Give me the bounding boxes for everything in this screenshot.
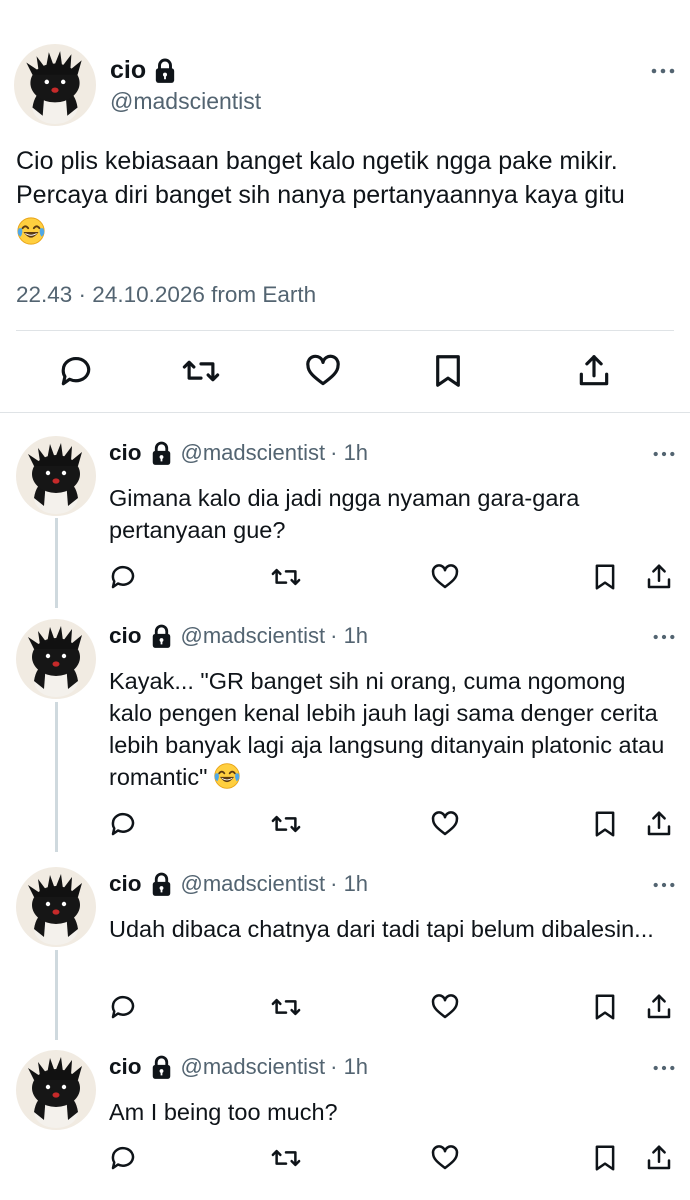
share-icon[interactable] bbox=[644, 1143, 674, 1173]
avatar[interactable] bbox=[16, 1050, 96, 1130]
bookmark-icon[interactable] bbox=[429, 352, 467, 390]
reply-text: Udah dibaca chatnya dari tadi tapi belum… bbox=[109, 916, 654, 942]
retweet-icon[interactable] bbox=[271, 562, 301, 592]
divider bbox=[0, 412, 690, 413]
reply-action-bar bbox=[0, 809, 690, 841]
retweet-icon[interactable] bbox=[182, 352, 220, 390]
author-handle[interactable]: @madscientist bbox=[181, 440, 326, 466]
author-name[interactable]: cio bbox=[109, 1054, 142, 1080]
author-name[interactable]: cio bbox=[109, 440, 142, 466]
tweet-action-bar bbox=[0, 352, 690, 396]
lock-icon bbox=[151, 872, 172, 897]
author-handle[interactable]: @madscientist bbox=[181, 871, 326, 897]
reply-action-bar bbox=[0, 562, 690, 594]
like-icon[interactable] bbox=[430, 992, 460, 1022]
retweet-icon[interactable] bbox=[271, 809, 301, 839]
reply-icon[interactable] bbox=[108, 992, 138, 1022]
author-name[interactable]: cio bbox=[110, 56, 146, 85]
more-options-icon[interactable] bbox=[652, 449, 676, 459]
reply-icon[interactable] bbox=[108, 809, 138, 839]
like-icon[interactable] bbox=[304, 352, 342, 390]
author-handle[interactable]: @madscientist bbox=[181, 1054, 326, 1080]
divider bbox=[16, 330, 674, 331]
lock-icon bbox=[154, 58, 176, 84]
share-icon[interactable] bbox=[644, 992, 674, 1022]
reply-time: · 1h bbox=[330, 871, 369, 896]
author-name-row: cio bbox=[110, 56, 176, 85]
reply-text: Gimana kalo dia jadi ngga nyaman gara-ga… bbox=[109, 485, 580, 543]
tweet-text-body: Cio plis kebiasaan banget kalo ngetik ng… bbox=[16, 147, 625, 209]
reply-icon[interactable] bbox=[57, 352, 95, 390]
reply-time: · 1h bbox=[330, 1054, 369, 1079]
tweet-text: Cio plis kebiasaan banget kalo ngetik ng… bbox=[16, 144, 676, 251]
reply-icon[interactable] bbox=[108, 1143, 138, 1173]
reply-action-bar bbox=[0, 992, 690, 1024]
retweet-icon[interactable] bbox=[271, 992, 301, 1022]
author-handle[interactable]: @madscientist bbox=[181, 623, 326, 649]
avatar[interactable] bbox=[16, 867, 96, 947]
avatar[interactable] bbox=[14, 44, 96, 126]
bookmark-icon[interactable] bbox=[590, 809, 620, 839]
more-options-icon[interactable] bbox=[652, 1063, 676, 1073]
author-name[interactable]: cio bbox=[109, 623, 142, 649]
author-name[interactable]: cio bbox=[109, 871, 142, 897]
retweet-icon[interactable] bbox=[271, 1143, 301, 1173]
reply-header: cio @madscientist · 1h bbox=[109, 623, 368, 649]
reply-time: · 1h bbox=[330, 623, 369, 648]
reply-action-bar bbox=[0, 1143, 690, 1175]
tears-of-joy-emoji-icon bbox=[213, 762, 241, 790]
share-icon[interactable] bbox=[644, 809, 674, 839]
lock-icon bbox=[151, 441, 172, 466]
like-icon[interactable] bbox=[430, 1143, 460, 1173]
bookmark-icon[interactable] bbox=[590, 562, 620, 592]
avatar[interactable] bbox=[16, 436, 96, 516]
reply-header: cio @madscientist · 1h bbox=[109, 1054, 368, 1080]
author-handle[interactable]: @madscientist bbox=[110, 88, 261, 115]
like-icon[interactable] bbox=[430, 809, 460, 839]
bookmark-icon[interactable] bbox=[590, 992, 620, 1022]
share-icon[interactable] bbox=[644, 562, 674, 592]
reply-header: cio @madscientist · 1h bbox=[109, 440, 368, 466]
like-icon[interactable] bbox=[430, 562, 460, 592]
tweet-timestamp[interactable]: 22.43 · 24.10.2026 from Earth bbox=[16, 282, 316, 308]
more-options-icon[interactable] bbox=[652, 632, 676, 642]
reply-header: cio @madscientist · 1h bbox=[109, 871, 368, 897]
more-options-icon[interactable] bbox=[650, 66, 676, 76]
reply-time: · 1h bbox=[330, 440, 369, 465]
reply-icon[interactable] bbox=[108, 562, 138, 592]
more-options-icon[interactable] bbox=[652, 880, 676, 890]
reply-text: Am I being too much? bbox=[109, 1099, 338, 1125]
bookmark-icon[interactable] bbox=[590, 1143, 620, 1173]
lock-icon bbox=[151, 624, 172, 649]
reply-text: Kayak... "GR banget sih ni orang, cuma n… bbox=[109, 665, 669, 793]
reply-text-body: Kayak... "GR banget sih ni orang, cuma n… bbox=[109, 668, 665, 790]
avatar[interactable] bbox=[16, 619, 96, 699]
lock-icon bbox=[151, 1055, 172, 1080]
share-icon[interactable] bbox=[575, 352, 613, 390]
tears-of-joy-emoji-icon bbox=[16, 216, 46, 246]
